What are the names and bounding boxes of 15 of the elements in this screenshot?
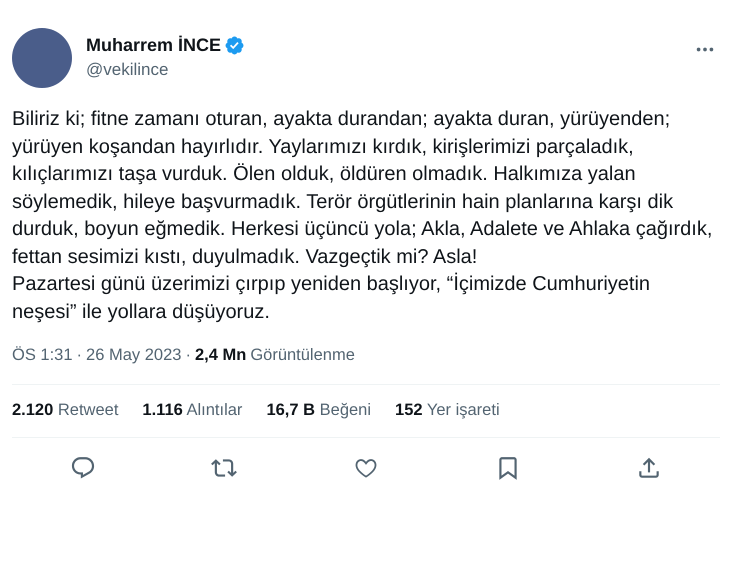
author-name[interactable]: Muharrem İNCE: [86, 35, 222, 56]
stat-link[interactable]: 1.116 Alıntılar: [142, 401, 242, 420]
separator-dot: ·: [76, 346, 82, 365]
stat-link[interactable]: 16,7 B Beğeni: [266, 401, 372, 420]
tweet-time[interactable]: ÖS 1:31: [12, 346, 73, 365]
stat-link[interactable]: 152 Yer işareti: [395, 401, 500, 420]
stat-link[interactable]: 2.120 Retweet: [12, 401, 118, 420]
separator-dot: ·: [185, 346, 191, 365]
reply-icon[interactable]: [70, 455, 96, 481]
view-count: 2,4 Mn: [194, 346, 246, 365]
tweet-text: Pazartesi günü üzerimizi çırpıp yeniden başlıyor, “İçimizde Cumhuriyetin neşesi” ile yollara düşüyoruz.: [12, 272, 652, 324]
tweet-text: Biliriz ki; fitne zamanı oturan, ayakta durandan; ayakta duran, yürüyenden; yürüyen koşandan hayırlıdır. Yaylarımızı kırdık, kirişlerimizi parçaladık, kılıçlarımızı taşa vurduk. Ölen olduk, öldüren olmadık. Halkımıza yalan söylemedik, hileye başvurmadık. Terör örgütlerinin hain planlarına karşı dik durduk, boyun eğmedik. Herkesi üçüncü yola; Akla, Adalete ve Ahlaka çağırdık, fettan sesimizi kıstı, duyulmadık. Vazgeçtik mi? Asla!: [12, 107, 714, 270]
views-label: Görüntülenme: [250, 346, 355, 365]
tweet-date[interactable]: 26 May 2023: [86, 346, 182, 365]
author-handle[interactable]: @vekilince: [86, 60, 694, 80]
